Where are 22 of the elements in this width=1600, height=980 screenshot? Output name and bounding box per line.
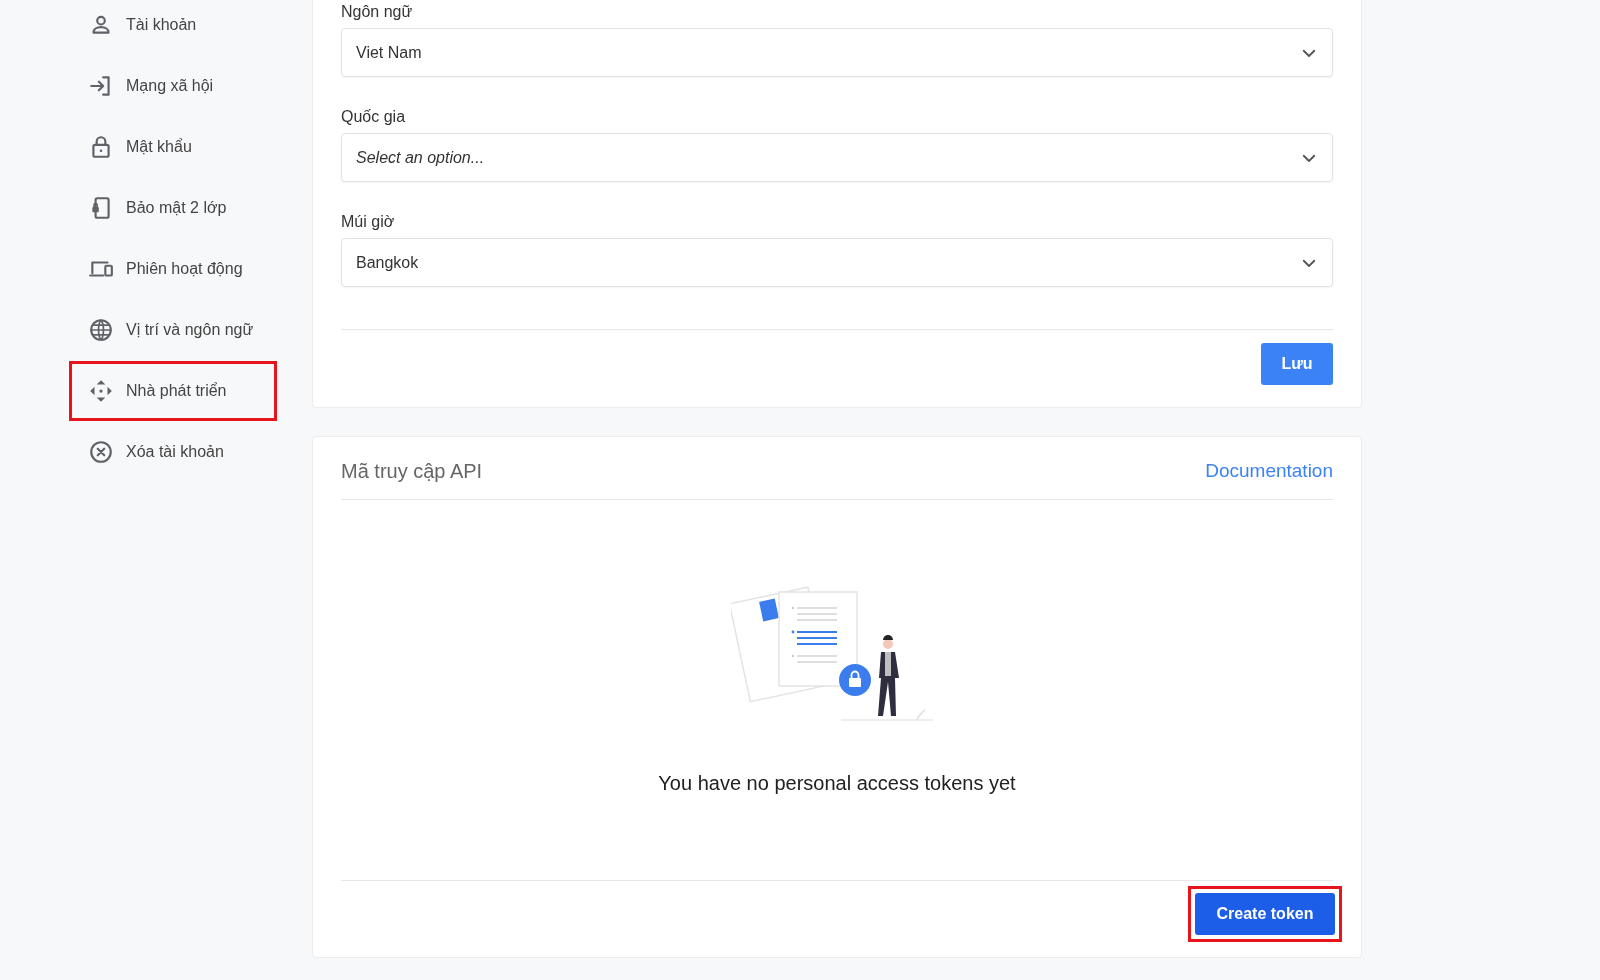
sidebar-item[interactable]: Bảo mật 2 lớp (70, 179, 276, 237)
field-label: Quốc gia (341, 107, 407, 127)
field-label: Ngôn ngữ (341, 2, 414, 22)
select-field[interactable]: Bangkok (341, 238, 1333, 287)
sidebar-item[interactable]: Tài khoản (70, 0, 276, 54)
sidebar-item[interactable]: Phiên hoạt động (70, 240, 276, 298)
field-label: Múi giờ (341, 212, 396, 232)
create-token-button[interactable]: Create token (1195, 893, 1335, 935)
globe-icon (88, 317, 114, 343)
documentation-link[interactable]: Documentation (1205, 456, 1333, 486)
sidebar-item[interactable]: Xóa tài khoản (70, 423, 276, 481)
arrows-icon (88, 378, 114, 404)
sidebar-item[interactable]: Mạng xã hội (70, 57, 276, 115)
sidebar-item[interactable]: Nhà phát triển (70, 362, 276, 420)
close-circle-icon (88, 439, 114, 465)
select-field[interactable]: Select an option... (341, 133, 1333, 182)
section-title: Mã truy cập API (341, 459, 483, 484)
select-field[interactable]: Viet Nam (341, 28, 1333, 77)
sidebar-item[interactable]: Mật khẩu (70, 118, 276, 176)
sidebar-item[interactable]: Vị trí và ngôn ngữ (70, 301, 276, 359)
save-button[interactable]: Lưu (1261, 343, 1333, 385)
empty-state-message: You have no personal access tokens yet (658, 771, 1016, 796)
